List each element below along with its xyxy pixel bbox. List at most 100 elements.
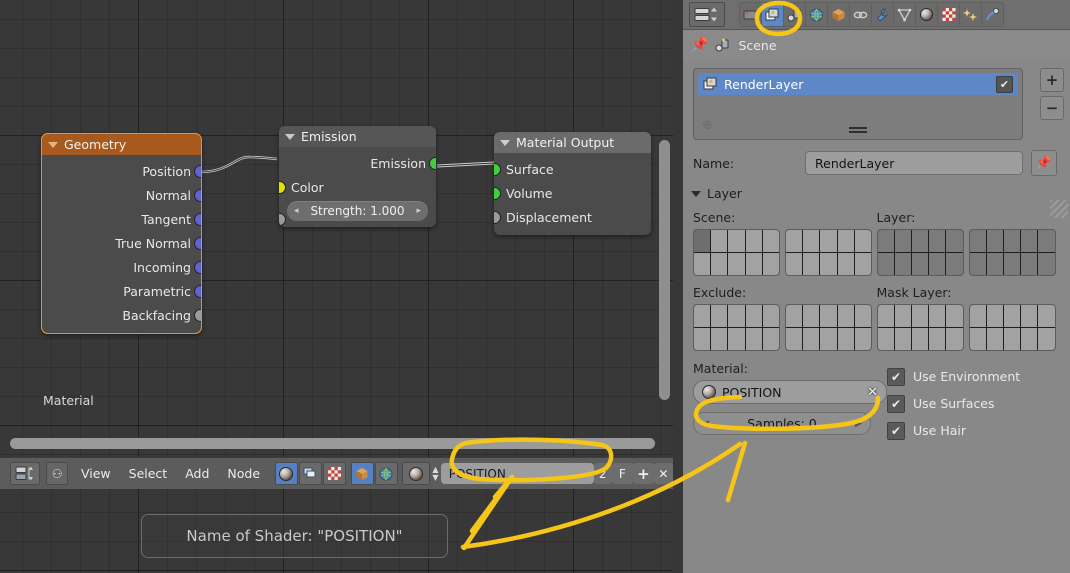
- layer-cell[interactable]: [803, 305, 820, 327]
- slider-right-arrow-icon[interactable]: ▸: [416, 206, 421, 216]
- scene-tab[interactable]: [784, 3, 805, 26]
- node-geometry-header[interactable]: Geometry: [42, 134, 201, 155]
- layer-cell[interactable]: [946, 305, 963, 327]
- exclude-layers-grid[interactable]: [693, 304, 877, 351]
- socket-true-normal[interactable]: [194, 237, 201, 250]
- layer-cell[interactable]: [803, 328, 820, 350]
- layer-cell[interactable]: [803, 230, 820, 252]
- layer-cell[interactable]: [1021, 230, 1038, 252]
- layer-cell[interactable]: [946, 253, 963, 275]
- layer-cell[interactable]: [1003, 230, 1021, 252]
- layer-cell[interactable]: [820, 328, 837, 350]
- unlink-material-button[interactable]: ✕: [653, 463, 673, 484]
- menu-view[interactable]: View: [72, 463, 120, 484]
- layer-cell[interactable]: [711, 305, 728, 327]
- socket-row-volume[interactable]: Volume: [494, 181, 651, 205]
- socket-row-parametric[interactable]: Parametric: [42, 279, 201, 303]
- remove-render-layer-button[interactable]: −: [1040, 96, 1064, 120]
- layer-cell[interactable]: [837, 328, 854, 350]
- list-grip[interactable]: [849, 127, 867, 129]
- node-editor-material-name-field[interactable]: POSITION: [440, 463, 594, 484]
- node-editor-vertical-scrollbar[interactable]: [659, 140, 670, 400]
- browse-scene-button[interactable]: ⚇: [46, 462, 69, 485]
- exclude-block-a[interactable]: [693, 304, 780, 351]
- shader-type-lamp-button[interactable]: [298, 462, 322, 485]
- layer-cell[interactable]: [745, 230, 762, 252]
- fake-user-button[interactable]: F: [611, 463, 633, 484]
- editor-type-button[interactable]: [689, 2, 725, 27]
- layer-cell[interactable]: [854, 328, 871, 350]
- layer-cell[interactable]: [877, 305, 894, 327]
- menu-select[interactable]: Select: [120, 463, 177, 484]
- socket-parametric[interactable]: [194, 285, 201, 298]
- layer-cell[interactable]: [946, 328, 963, 350]
- strength-slider[interactable]: ◂ Strength: 1.000 ▸: [287, 201, 428, 221]
- properties-header[interactable]: [683, 0, 1070, 30]
- socket-row-backfacing[interactable]: Backfacing: [42, 303, 201, 327]
- shader-type-material-button[interactable]: [274, 462, 298, 485]
- socket-strength[interactable]: [279, 213, 286, 226]
- collapse-triangle-icon[interactable]: [285, 133, 295, 140]
- layer-cell[interactable]: [728, 328, 745, 350]
- physics-tab[interactable]: [982, 3, 1003, 26]
- layer-cell[interactable]: [929, 230, 946, 252]
- layer-cell[interactable]: [929, 328, 946, 350]
- layer-cell[interactable]: [911, 230, 929, 252]
- layer-cell[interactable]: [969, 328, 986, 350]
- layer-panel-title[interactable]: Layer: [691, 186, 1070, 201]
- render-layers-tab[interactable]: [762, 3, 783, 26]
- close-icon[interactable]: ✕: [867, 385, 878, 400]
- shader-type-texture-button[interactable]: [322, 462, 346, 485]
- socket-row-incoming[interactable]: Incoming: [42, 255, 201, 279]
- layer-cell[interactable]: [854, 253, 871, 275]
- layer-cell[interactable]: [694, 305, 711, 327]
- layer-cell[interactable]: [762, 230, 779, 252]
- render-layer-list[interactable]: RenderLayer ✔ ⊕: [693, 68, 1023, 140]
- slider-left-arrow-icon[interactable]: ◂: [294, 206, 299, 216]
- layer-cell[interactable]: [1038, 305, 1055, 327]
- render-tab[interactable]: [740, 3, 761, 26]
- layer-cell[interactable]: [762, 328, 779, 350]
- layer-cell[interactable]: [711, 230, 728, 252]
- particles-tab[interactable]: [960, 3, 981, 26]
- layer-cell[interactable]: [762, 253, 779, 275]
- layer-cell[interactable]: [694, 328, 711, 350]
- layer-cell[interactable]: [854, 305, 871, 327]
- layer-cell[interactable]: [986, 253, 1003, 275]
- data-tab[interactable]: [894, 3, 915, 26]
- layer-cell[interactable]: [877, 253, 894, 275]
- collapse-triangle-icon[interactable]: [48, 141, 58, 148]
- layer-cell[interactable]: [877, 328, 894, 350]
- node-editor-horizontal-scrollbar[interactable]: [10, 438, 655, 449]
- layer-cell[interactable]: [1021, 328, 1038, 350]
- material-tab[interactable]: [916, 3, 937, 26]
- layer-cell[interactable]: [929, 305, 946, 327]
- layer-cell[interactable]: [711, 328, 728, 350]
- socket-color[interactable]: [279, 181, 286, 194]
- layer-cell[interactable]: [946, 230, 963, 252]
- layer-cell[interactable]: [820, 253, 837, 275]
- properties-tab-group[interactable]: [739, 2, 1004, 27]
- object-tab[interactable]: [828, 3, 849, 26]
- new-material-button[interactable]: +: [632, 463, 654, 484]
- layer-cell[interactable]: [911, 253, 929, 275]
- material-users-button[interactable]: 2: [593, 463, 612, 484]
- render-layer-name-row[interactable]: Name: RenderLayer 📌: [693, 150, 1060, 176]
- properties-material-field[interactable]: POSITION ✕: [693, 380, 887, 404]
- node-editor[interactable]: Geometry Position Normal Tangent True No…: [0, 0, 673, 573]
- texture-tab[interactable]: [938, 3, 959, 26]
- socket-row-surface[interactable]: Surface: [494, 157, 651, 181]
- socket-row-position[interactable]: Position: [42, 159, 201, 183]
- slider-left-arrow-icon[interactable]: ◀: [702, 419, 709, 429]
- socket-row-normal[interactable]: Normal: [42, 183, 201, 207]
- layer-cell[interactable]: [1021, 253, 1038, 275]
- use-hair-row[interactable]: ✔ Use Hair: [887, 417, 1060, 444]
- use-surfaces-row[interactable]: ✔ Use Surfaces: [887, 390, 1060, 417]
- node-material-output-header[interactable]: Material Output: [494, 132, 651, 153]
- pin-icon[interactable]: 📌: [691, 37, 708, 53]
- pin-render-layer-button[interactable]: 📌: [1031, 150, 1057, 176]
- datablock-spinner-icon[interactable]: ▲ ▼: [430, 465, 441, 482]
- properties-editor[interactable]: 📌 Scene RenderLayer ✔ ⊕ + − Name: Render…: [683, 0, 1070, 573]
- layer-cell[interactable]: [854, 230, 871, 252]
- layer-cell[interactable]: [1038, 328, 1055, 350]
